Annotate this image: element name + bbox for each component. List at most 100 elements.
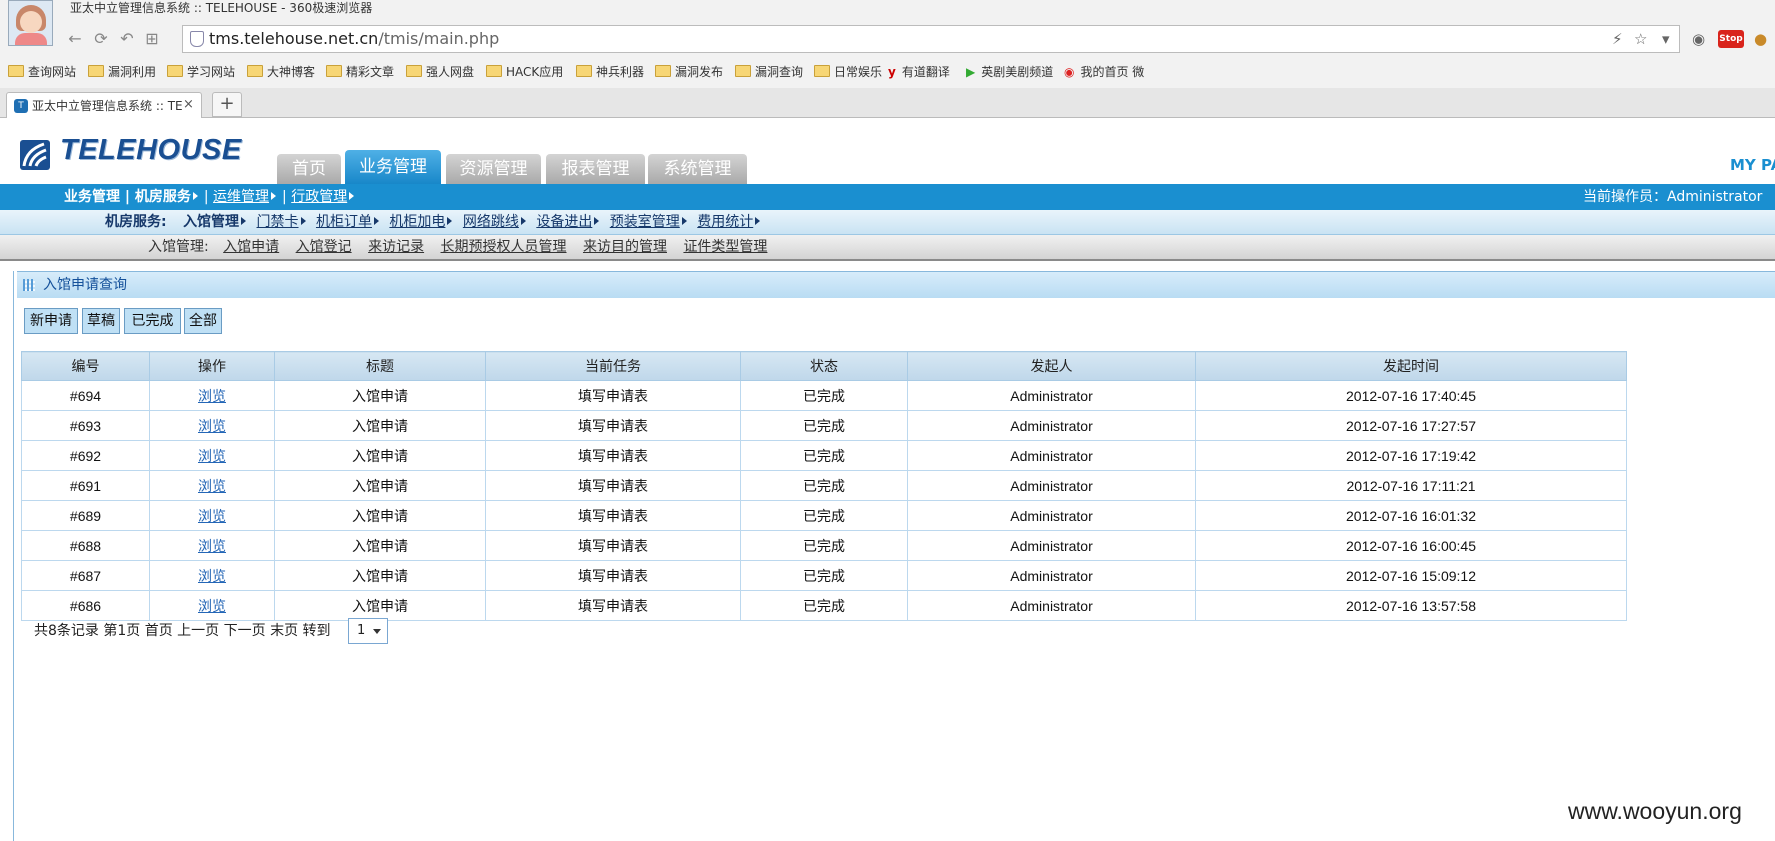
col-header-status[interactable]: 状态	[740, 351, 908, 381]
site-favicon-icon: T	[14, 99, 28, 113]
bookmark-link[interactable]: ▶ 英剧美剧频道	[966, 64, 1053, 80]
bookmark-folder[interactable]: 大神博客	[247, 64, 315, 80]
folder-icon	[486, 65, 502, 77]
star-icon[interactable]: ☆	[1634, 29, 1647, 49]
subnav-current[interactable]: 业务管理 | 机房服务	[64, 189, 191, 205]
folder-icon	[88, 65, 104, 77]
cell-action: 浏览	[149, 440, 275, 471]
refresh-icon[interactable]: ⟳	[92, 30, 110, 48]
main-tab-reports[interactable]: 报表管理	[546, 154, 645, 184]
col-header-action[interactable]: 操作	[149, 351, 275, 381]
bookmark-folder[interactable]: 日常娱乐	[814, 64, 882, 80]
main-tab-system[interactable]: 系统管理	[648, 154, 747, 184]
cell-time: 2012-07-16 16:01:32	[1195, 500, 1627, 531]
bookmark-folder[interactable]: 漏洞利用	[88, 64, 156, 80]
cell-action: 浏览	[149, 590, 275, 621]
watermark: www.wooyun.org	[1568, 798, 1742, 824]
telehouse-logo-icon	[20, 140, 50, 170]
main-tab-home[interactable]: 首页	[277, 154, 341, 184]
nav2-item[interactable]: 入馆管理	[183, 214, 239, 230]
subnav-admin-link[interactable]: 行政管理	[291, 189, 347, 205]
lightning-icon[interactable]: ⚡	[1612, 29, 1623, 49]
cookie-icon[interactable]: ●	[1754, 29, 1767, 49]
filter-completed-button[interactable]: 已完成	[124, 308, 181, 334]
view-link[interactable]: 浏览	[198, 479, 226, 495]
subnav-ops-link[interactable]: 运维管理	[213, 189, 269, 205]
cell-status: 已完成	[740, 500, 908, 531]
col-header-initiator[interactable]: 发起人	[907, 351, 1196, 381]
nav2-item[interactable]: 机柜加电	[389, 214, 445, 230]
nav3-item[interactable]: 入馆登记	[296, 239, 352, 255]
nav2-item[interactable]: 机柜订单	[316, 214, 372, 230]
view-link[interactable]: 浏览	[198, 599, 226, 615]
chevron-down-icon	[373, 629, 381, 634]
cell-action: 浏览	[149, 560, 275, 591]
col-header-time[interactable]: 发起时间	[1195, 351, 1627, 381]
extension-icon[interactable]: ◉	[1692, 29, 1705, 49]
operator-name: Administrator	[1667, 189, 1763, 205]
cell-status: 已完成	[740, 440, 908, 471]
stop-icon[interactable]: Stop	[1718, 30, 1744, 48]
main-tab-business[interactable]: 业务管理	[345, 150, 441, 184]
folder-icon	[576, 65, 592, 77]
col-header-task[interactable]: 当前任务	[485, 351, 741, 381]
view-link[interactable]: 浏览	[198, 449, 226, 465]
bookmark-folder[interactable]: 强人网盘	[406, 64, 474, 80]
view-link[interactable]: 浏览	[198, 509, 226, 525]
url-host: tms.telehouse.net.cn	[209, 29, 379, 48]
page-jump-select[interactable]: 1	[348, 618, 388, 644]
cell-status: 已完成	[740, 380, 908, 411]
cell-status: 已完成	[740, 470, 908, 501]
view-link[interactable]: 浏览	[198, 389, 226, 405]
nav3-item[interactable]: 入馆申请	[223, 239, 279, 255]
col-header-title[interactable]: 标题	[274, 351, 486, 381]
user-avatar[interactable]	[8, 0, 53, 46]
nav2-item[interactable]: 门禁卡	[257, 214, 299, 230]
folder-icon	[406, 65, 422, 77]
filter-draft-button[interactable]: 草稿	[82, 308, 120, 334]
back-icon[interactable]: ←	[66, 30, 84, 48]
main-tab-resources[interactable]: 资源管理	[446, 154, 541, 184]
cell-title: 入馆申请	[274, 470, 486, 501]
bookmark-link[interactable]: y 有道翻译	[888, 64, 950, 80]
nav3-item[interactable]: 来访目的管理	[583, 239, 667, 255]
view-link[interactable]: 浏览	[198, 569, 226, 585]
bookmark-link[interactable]: ◉ 我的首页 微	[1064, 64, 1144, 80]
nav2-item[interactable]: 网络跳线	[463, 214, 519, 230]
filter-all-button[interactable]: 全部	[184, 308, 222, 334]
cell-status: 已完成	[740, 530, 908, 561]
my-page-link[interactable]: MY PA	[1730, 156, 1775, 174]
nav3-item[interactable]: 证件类型管理	[683, 239, 767, 255]
filter-new-button[interactable]: 新申请	[24, 308, 78, 334]
cell-title: 入馆申请	[274, 560, 486, 591]
cell-task: 填写申请表	[485, 470, 741, 501]
nav2-item[interactable]: 费用统计	[697, 214, 753, 230]
bookmark-folder[interactable]: 查询网站	[8, 64, 76, 80]
tab-close-icon[interactable]: ×	[183, 97, 194, 113]
col-header-id[interactable]: 编号	[21, 351, 150, 381]
apps-grid-icon[interactable]: ⊞	[143, 30, 161, 48]
nav3-item[interactable]: 长期预授权人员管理	[441, 239, 567, 255]
address-url[interactable]: tms.telehouse.net.cn/tmis/main.php	[209, 28, 499, 50]
table-row: #691 浏览 入馆申请 填写申请表 已完成 Administrator 201…	[21, 470, 1627, 501]
nav2-item[interactable]: 设备进出	[536, 214, 592, 230]
arrow-right-icon	[241, 217, 247, 225]
bookmark-folder[interactable]: 漏洞查询	[735, 64, 803, 80]
view-link[interactable]: 浏览	[198, 539, 226, 555]
new-tab-button[interactable]: +	[212, 92, 242, 117]
bookmark-folder[interactable]: HACK应用	[486, 64, 563, 80]
bookmark-folder[interactable]: 漏洞发布	[655, 64, 723, 80]
bookmark-folder[interactable]: 学习网站	[167, 64, 235, 80]
cell-id: #689	[21, 500, 150, 531]
undo-icon[interactable]: ↶	[118, 30, 136, 48]
cell-action: 浏览	[149, 470, 275, 501]
bookmark-folder[interactable]: 神兵利器	[576, 64, 644, 80]
dropdown-icon[interactable]: ▾	[1662, 29, 1670, 49]
nav2-item[interactable]: 预装室管理	[610, 214, 680, 230]
nav3-item[interactable]: 来访记录	[368, 239, 424, 255]
cell-initiator: Administrator	[907, 590, 1196, 621]
cell-status: 已完成	[740, 410, 908, 441]
view-link[interactable]: 浏览	[198, 419, 226, 435]
bookmark-folder[interactable]: 精彩文章	[326, 64, 394, 80]
cell-task: 填写申请表	[485, 380, 741, 411]
